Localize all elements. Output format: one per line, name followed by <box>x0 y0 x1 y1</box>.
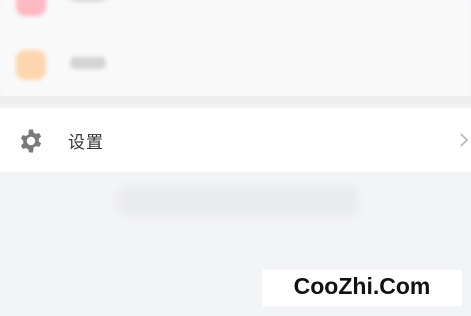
section-divider <box>0 96 471 104</box>
blurred-app-icon <box>16 50 46 80</box>
settings-menu-item[interactable]: 设置 <box>0 108 471 172</box>
chevron-right-icon <box>457 129 471 151</box>
blurred-menu-item <box>0 0 471 22</box>
settings-label: 设置 <box>68 133 104 153</box>
blurred-item-label <box>70 0 106 2</box>
blurred-menu-section <box>0 0 471 98</box>
watermark: CooZhi.Com <box>262 270 462 306</box>
blurred-content <box>118 186 358 216</box>
watermark-text: CooZhi.Com <box>293 273 431 299</box>
gear-icon <box>18 128 44 154</box>
blurred-menu-item <box>0 42 471 86</box>
app-screen: 设置 CooZhi.Com <box>0 0 471 316</box>
blurred-item-label <box>70 57 106 69</box>
blurred-app-icon <box>16 0 46 16</box>
